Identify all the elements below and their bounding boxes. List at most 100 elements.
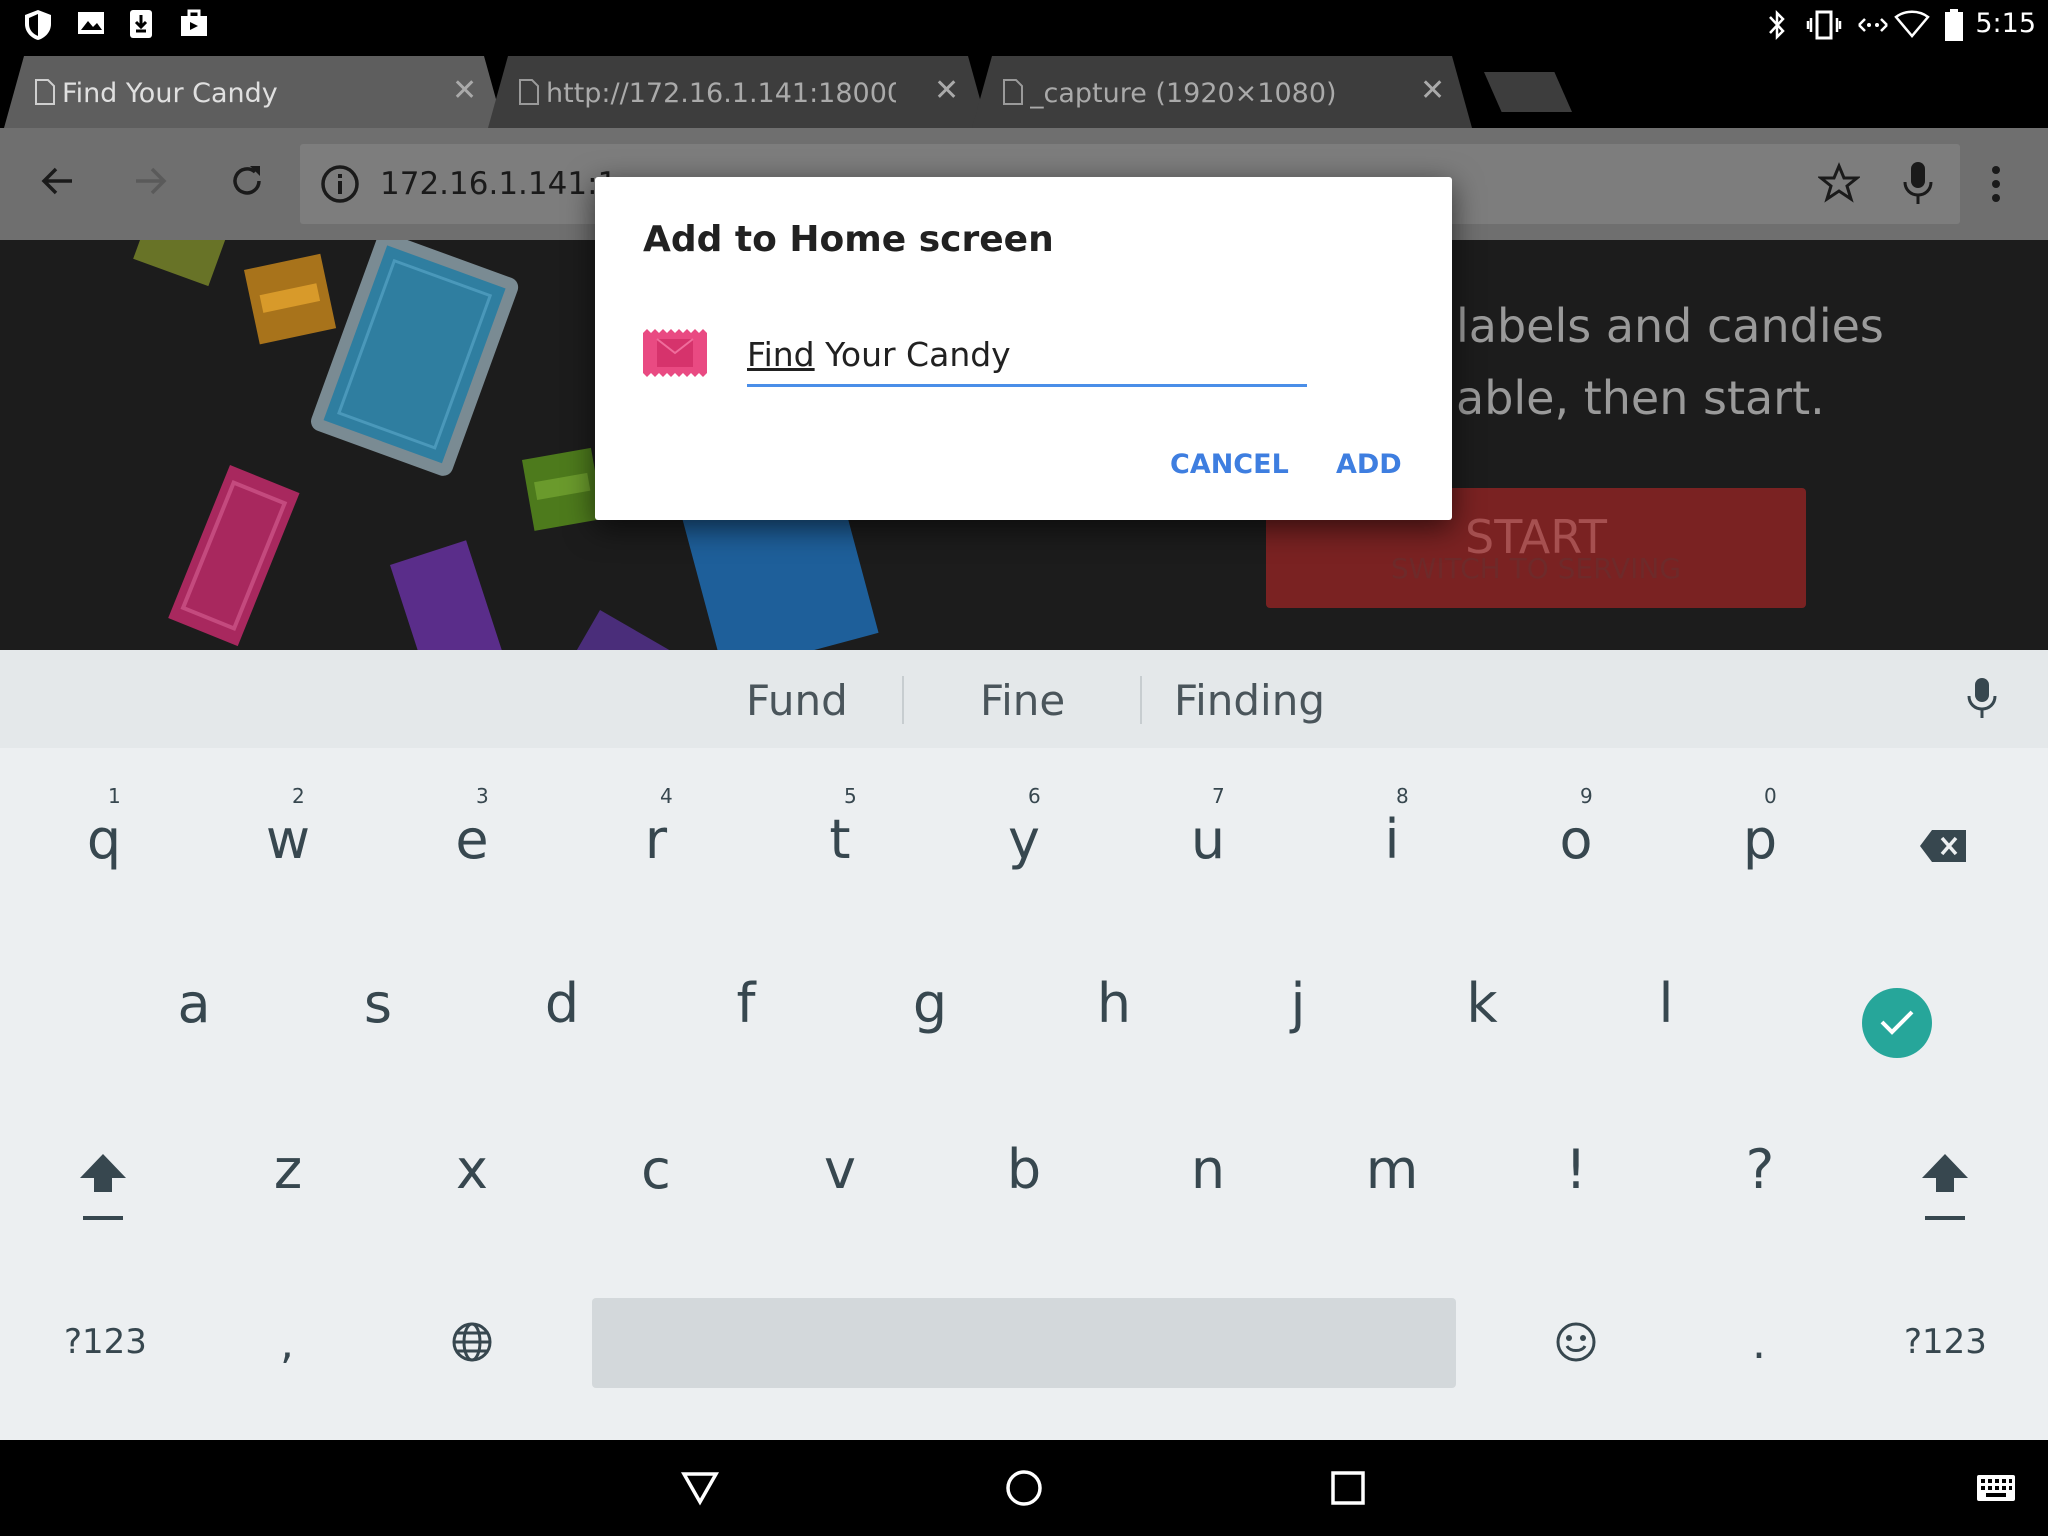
key-d[interactable]: d (502, 940, 622, 1060)
add-to-home-dialog: Add to Home screen Find Your Candy CANCE… (595, 177, 1452, 520)
tab-label: http://172.16.1.141:18000/l (546, 78, 896, 109)
suggestion-item[interactable]: Fund (746, 676, 848, 725)
key-letter: ! (1565, 1138, 1587, 1201)
key-hint: 0 (1764, 784, 1777, 808)
key-letter: d (544, 972, 580, 1035)
reload-icon[interactable] (228, 162, 266, 204)
forward-arrow-icon[interactable] (132, 162, 170, 204)
key-y[interactable]: 6y (964, 776, 1084, 896)
key-h[interactable]: h (1054, 940, 1174, 1060)
keyboard-switch-icon[interactable] (1976, 1474, 2016, 1506)
page-instructions: labels and candies able, then start. (1456, 290, 1884, 434)
back-triangle-icon[interactable] (680, 1468, 720, 1512)
backspace-icon[interactable] (1918, 828, 1968, 868)
cancel-button[interactable]: CANCEL (1170, 449, 1289, 480)
key-o[interactable]: 9o (1516, 776, 1636, 896)
suggestion-item[interactable]: Finding (1174, 676, 1325, 725)
key-letter: e (455, 808, 489, 871)
more-menu-icon[interactable] (1990, 164, 2002, 208)
key-hint: 8 (1396, 784, 1409, 808)
wifi-icon (1894, 8, 1930, 44)
new-tab-button[interactable] (1484, 72, 1572, 112)
done-key[interactable] (1862, 988, 1932, 1058)
vibrate-icon (1806, 8, 1842, 46)
key-i[interactable]: 8i (1332, 776, 1452, 896)
add-button[interactable]: ADD (1336, 449, 1402, 480)
key-l[interactable]: l (1606, 940, 1726, 1060)
key-q[interactable]: 1q (44, 776, 164, 896)
key-s[interactable]: s (318, 940, 438, 1060)
key-f[interactable]: f (686, 940, 806, 1060)
key-n[interactable]: n (1148, 1106, 1268, 1226)
close-icon[interactable]: ✕ (452, 76, 477, 106)
switch-to-serving-label: SWITCH TO SERVING (1390, 552, 1682, 585)
key-k[interactable]: k (1422, 940, 1542, 1060)
key-a[interactable]: a (134, 940, 254, 1060)
tab-capture[interactable]: _capture (1920×1080) ✕ (972, 56, 1472, 128)
shift-right-icon[interactable] (1920, 1152, 1970, 1226)
shield-icon (22, 8, 54, 46)
emoji-icon[interactable] (1554, 1320, 1598, 1368)
key-hint: 6 (1028, 784, 1041, 808)
shift-left-icon[interactable] (78, 1152, 128, 1226)
key-u[interactable]: 7u (1148, 776, 1268, 896)
period-key[interactable]: . (1752, 1318, 1766, 1369)
key-r[interactable]: 4r (596, 776, 716, 896)
key-g[interactable]: g (870, 940, 990, 1060)
key-hint: 4 (660, 784, 673, 808)
star-icon[interactable] (1816, 162, 1862, 208)
globe-icon[interactable] (450, 1320, 494, 1368)
data-arrows-icon (1856, 8, 1890, 46)
key-b[interactable]: b (964, 1106, 1084, 1226)
key-e[interactable]: 3e (412, 776, 532, 896)
close-icon[interactable]: ✕ (934, 76, 959, 106)
key-w[interactable]: 2w (228, 776, 348, 896)
symbols-key-left[interactable]: ?123 (64, 1322, 147, 1362)
page-icon (34, 78, 56, 110)
key-c[interactable]: c (596, 1106, 716, 1226)
tab-label: _capture (1920×1080) (1030, 78, 1337, 109)
recents-square-icon[interactable] (1328, 1468, 1368, 1512)
key-letter: q (86, 808, 122, 871)
key-p[interactable]: 0p (1700, 776, 1820, 896)
key-letter: h (1096, 972, 1132, 1035)
page-text-line1: labels and candies (1456, 299, 1884, 353)
comma-key[interactable]: , (280, 1318, 294, 1369)
back-arrow-icon[interactable] (38, 162, 76, 204)
key-hint: 1 (108, 784, 121, 808)
dialog-title: Add to Home screen (643, 219, 1054, 260)
tab-label: Find Your Candy (62, 78, 278, 109)
key-exclamation[interactable]: ! (1516, 1106, 1636, 1226)
key-x[interactable]: x (412, 1106, 532, 1226)
key-m[interactable]: m (1332, 1106, 1452, 1226)
key-t[interactable]: 5t (780, 776, 900, 896)
key-letter: u (1190, 808, 1226, 871)
key-letter: b (1006, 1138, 1042, 1201)
key-v[interactable]: v (780, 1106, 900, 1226)
home-circle-icon[interactable] (1004, 1468, 1044, 1512)
key-hint: 9 (1580, 784, 1593, 808)
mic-icon[interactable] (1902, 160, 1934, 210)
key-question[interactable]: ? (1700, 1106, 1820, 1226)
spacebar[interactable] (592, 1298, 1456, 1388)
voice-input-mic-icon[interactable] (1966, 676, 1998, 724)
key-j[interactable]: j (1238, 940, 1358, 1060)
key-letter: p (1742, 808, 1778, 871)
symbols-key-right[interactable]: ?123 (1904, 1322, 1987, 1362)
input-text: Your Candy (814, 335, 1011, 374)
tab-find-your-candy[interactable]: Find Your Candy ✕ (4, 56, 504, 128)
page-icon (518, 78, 540, 110)
info-icon[interactable] (320, 164, 360, 208)
shortcut-name-input[interactable]: Find Your Candy (747, 327, 1307, 387)
suggestion-item[interactable]: Fine (980, 676, 1065, 725)
image-icon (76, 8, 106, 42)
close-icon[interactable]: ✕ (1420, 76, 1445, 106)
key-hint: 2 (292, 784, 305, 808)
tab-url[interactable]: http://172.16.1.141:18000/l ✕ (488, 56, 988, 128)
checkmark-icon (1878, 1006, 1916, 1042)
key-letter: y (1008, 808, 1040, 871)
key-z[interactable]: z (228, 1106, 348, 1226)
key-letter: g (912, 972, 948, 1035)
suggestion-strip: Fund Fine Finding (0, 650, 2048, 748)
download-icon (128, 8, 154, 44)
